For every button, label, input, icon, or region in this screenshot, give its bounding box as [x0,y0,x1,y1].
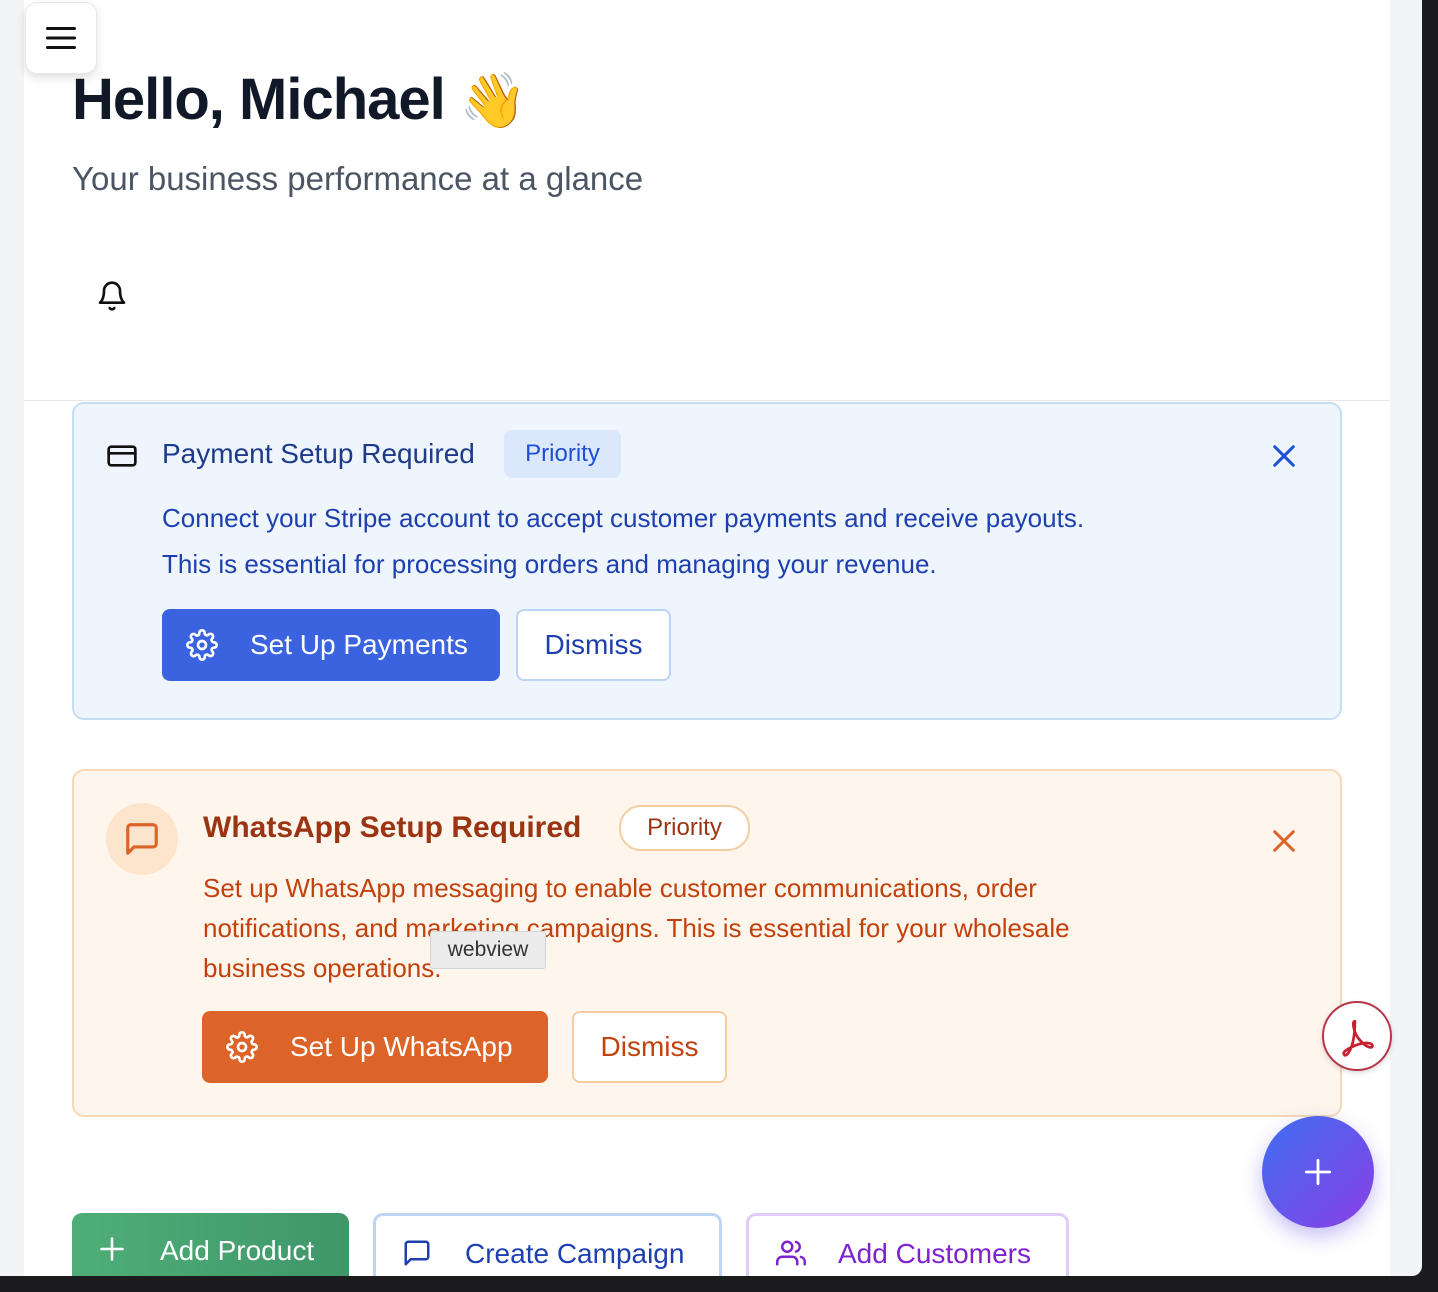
hamburger-menu-icon [46,27,76,49]
wave-emoji: 👋 [459,71,527,131]
alert-description-line: business operations. [203,953,442,983]
acrobat-pdf-icon [1342,1019,1374,1057]
menu-button[interactable] [25,2,97,74]
alert-title: Payment Setup Required [162,438,475,469]
message-icon-circle [106,803,178,875]
dismiss-payment-button[interactable]: Dismiss [516,609,671,681]
page-subtitle: Your business performance at a glance [72,160,644,197]
priority-badge: Priority [504,430,621,478]
set-up-payments-button[interactable]: Set Up Payments [162,609,500,681]
priority-badge: Priority [619,805,750,851]
set-up-whatsapp-button[interactable]: Set Up WhatsApp [202,1011,548,1083]
credit-card-icon [107,445,137,467]
close-icon[interactable] [1270,442,1298,470]
tooltip: webview [430,931,546,969]
close-icon[interactable] [1270,827,1298,855]
button-label: Add Customers [838,1238,1031,1269]
add-customers-button[interactable]: Add Customers [746,1213,1069,1276]
message-square-icon [126,823,158,855]
button-label: Create Campaign [465,1238,685,1269]
gear-icon [186,629,218,661]
payment-setup-alert: Payment Setup Required Priority Connect … [72,402,1342,720]
alert-title: WhatsApp Setup Required [203,811,582,844]
button-label: Add Product [160,1235,315,1266]
alert-description-line: Set up WhatsApp messaging to enable cust… [203,873,1037,903]
alert-description-line: Connect your Stripe account to accept cu… [162,503,1085,533]
plus-icon [100,1237,124,1261]
floating-add-button[interactable] [1262,1116,1374,1228]
alert-description-line: This is essential for processing orders … [162,549,937,579]
button-label: Set Up Payments [250,629,468,660]
dismiss-whatsapp-button[interactable]: Dismiss [572,1011,727,1083]
header-divider [24,400,1390,401]
add-product-button[interactable]: Add Product [72,1213,349,1276]
button-label: Set Up WhatsApp [290,1031,513,1062]
page-title: Hello, Michael 👋 [72,66,527,133]
app-window: Hello, Michael 👋 Your business performan… [0,0,1422,1276]
bell-icon [98,281,126,311]
message-square-icon [404,1240,430,1266]
gear-icon [226,1031,258,1063]
plus-icon [1304,1158,1332,1186]
users-icon [776,1240,806,1266]
alert-description-line: notifications, and marketing campaigns. … [203,913,1070,943]
pdf-button[interactable] [1322,1001,1392,1071]
notifications-button[interactable] [96,280,128,317]
whatsapp-setup-alert: WhatsApp Setup Required Priority Set up … [72,769,1342,1117]
greeting-text: Hello, Michael [72,67,446,132]
create-campaign-button[interactable]: Create Campaign [373,1213,722,1276]
